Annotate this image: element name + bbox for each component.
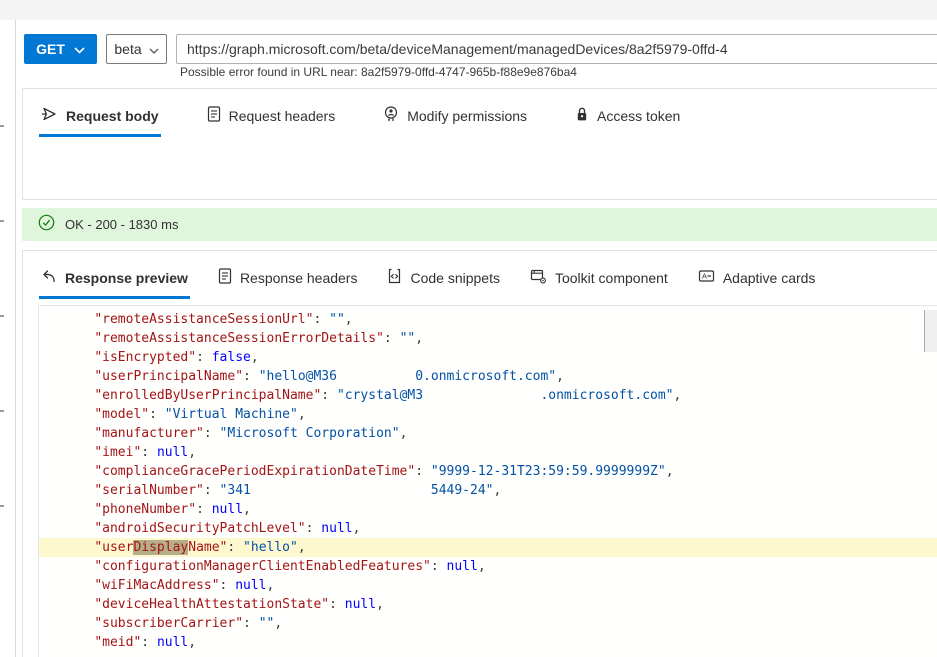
person-permissions-icon: [383, 106, 399, 125]
code-line: "meid": null,: [94, 635, 197, 650]
api-version-label: beta: [114, 41, 142, 57]
top-strip: [0, 0, 937, 20]
tab-toolkit-component[interactable]: Toolkit component: [528, 260, 670, 299]
code-line: "deviceHealthAttestationState": null,: [94, 597, 384, 612]
code-line: "manufacturer": "Microsoft Corporation",: [94, 426, 408, 441]
code-line: "imei": null,: [94, 445, 197, 460]
code-line: "userPrincipalName": "hello@M36 0.onmicr…: [94, 369, 564, 384]
http-method-label: GET: [36, 41, 65, 57]
response-preview-editor[interactable]: "remoteAssistanceSessionUrl": "", "remot…: [38, 305, 937, 657]
response-status-bar: OK - 200 - 1830 ms: [22, 208, 937, 241]
lock-icon: [575, 106, 589, 125]
request-tabs: Request body Request headers Modify perm…: [23, 89, 937, 137]
tab-access-token[interactable]: Access token: [573, 98, 682, 137]
component-gear-icon: [530, 268, 547, 287]
gutter-dash: [0, 410, 4, 412]
code-line: "androidSecurityPatchLevel": null,: [94, 521, 361, 536]
tab-label: Adaptive cards: [722, 269, 816, 286]
chevron-down-icon: [149, 41, 159, 57]
code-line: "complianceGracePeriodExpirationDateTime…: [94, 464, 674, 479]
tab-label: Code snippets: [410, 269, 500, 286]
gutter-dash: [0, 220, 4, 222]
document-icon: [218, 268, 232, 287]
code-line: "isEncrypted": false,: [94, 350, 259, 365]
tab-response-preview[interactable]: Response preview: [39, 260, 190, 299]
tab-adaptive-cards[interactable]: A Adaptive cards: [696, 260, 818, 299]
response-section: Response preview Response headers Code s…: [22, 250, 937, 657]
send-icon: [41, 106, 58, 125]
tab-label: Response headers: [239, 269, 358, 286]
request-url-input[interactable]: [176, 34, 937, 64]
tab-response-headers[interactable]: Response headers: [216, 260, 360, 299]
editor-scrollbar: [923, 306, 937, 657]
api-version-dropdown[interactable]: beta: [106, 34, 167, 64]
code-line: "userDisplayName": "hello",: [39, 538, 937, 557]
tab-request-body[interactable]: Request body: [39, 98, 161, 137]
tab-label: Access token: [597, 107, 681, 124]
gutter-dash: [0, 505, 4, 507]
request-section: Request body Request headers Modify perm…: [22, 88, 937, 200]
tab-request-headers[interactable]: Request headers: [205, 98, 338, 137]
success-check-icon: [38, 214, 55, 236]
url-error-hint: Possible error found in URL near: 8a2f59…: [180, 65, 577, 79]
code-line: "subscriberCarrier": "",: [94, 616, 283, 631]
tab-label: Modify permissions: [407, 107, 528, 124]
code-line: "remoteAssistanceSessionErrorDetails": "…: [94, 331, 424, 346]
tab-label: Request headers: [228, 107, 336, 124]
tab-label: Toolkit component: [554, 269, 668, 286]
status-text: OK - 200 - 1830 ms: [65, 217, 179, 232]
code-line: "remoteAssistanceSessionUrl": "",: [94, 312, 353, 327]
code-line: "phoneNumber": null,: [94, 502, 251, 517]
http-method-dropdown[interactable]: GET: [24, 34, 97, 64]
code-brackets-icon: [387, 268, 402, 287]
code-line: "serialNumber": "341 5449-24",: [94, 483, 502, 498]
svg-text:A: A: [702, 272, 707, 281]
graph-explorer-screen: GET beta Possible error found in URL nea…: [0, 0, 937, 657]
code-line: "configurationManagerClientEnabledFeatur…: [94, 559, 486, 574]
gutter-dash: [0, 315, 4, 317]
tab-code-snippets[interactable]: Code snippets: [385, 260, 502, 299]
tab-modify-permissions[interactable]: Modify permissions: [381, 98, 529, 137]
code-line: "wiFiMacAddress": null,: [94, 578, 275, 593]
tab-label: Response preview: [65, 269, 188, 286]
left-panel-edge: [0, 20, 16, 657]
card-icon: A: [698, 268, 715, 287]
undo-arrow-icon: [41, 268, 57, 287]
code-line: "model": "Virtual Machine",: [94, 407, 306, 422]
tab-label: Request body: [66, 107, 159, 124]
scrollbar-thumb[interactable]: [924, 310, 937, 352]
document-icon: [207, 106, 221, 125]
response-code: "remoteAssistanceSessionUrl": "", "remot…: [39, 306, 937, 652]
gutter-dash: [0, 125, 4, 127]
code-line: "enrolledByUserPrincipalName": "crystal@…: [94, 388, 682, 403]
response-tabs: Response preview Response headers Code s…: [23, 251, 937, 299]
chevron-down-icon: [74, 41, 85, 57]
